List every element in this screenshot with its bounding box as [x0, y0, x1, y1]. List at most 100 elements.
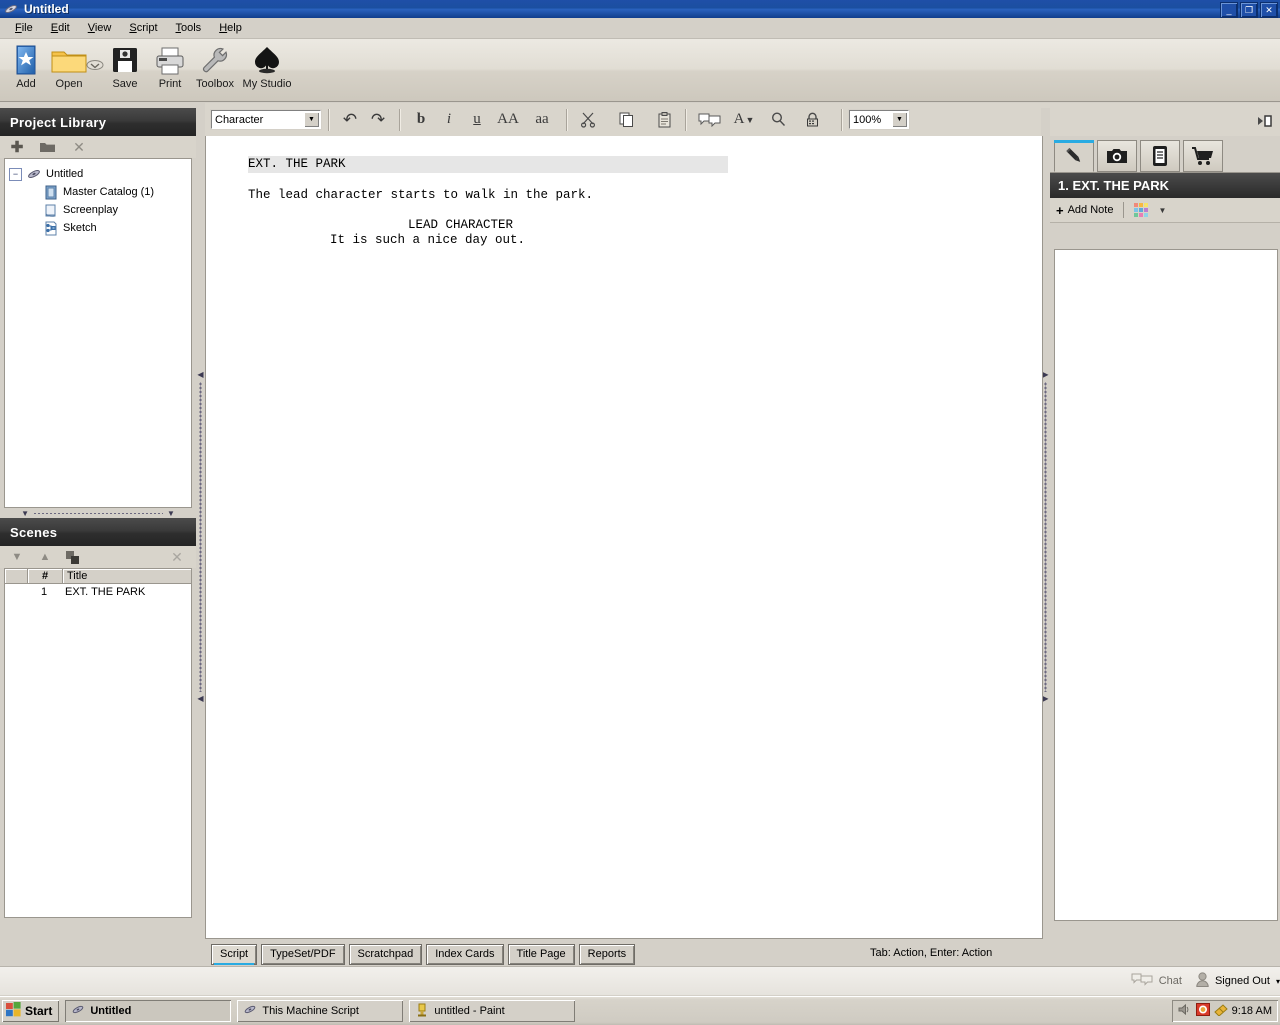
duplicate-icon[interactable]: [62, 548, 84, 566]
scenes-grid-header: # Title: [5, 569, 191, 584]
tab-script[interactable]: Script: [211, 943, 258, 965]
horizontal-splitter[interactable]: ▼ ▼: [0, 508, 196, 518]
tab-typeset-pdf[interactable]: TypeSet/PDF: [261, 943, 345, 965]
plus-icon[interactable]: +: [1056, 203, 1064, 218]
volume-icon[interactable]: [1178, 1003, 1192, 1019]
taskbar-item-untitled[interactable]: Untitled: [65, 1000, 232, 1022]
tab-scratchpad[interactable]: Scratchpad: [348, 943, 423, 965]
action-line[interactable]: The lead character starts to walk in the…: [248, 188, 1042, 203]
lowercase-icon[interactable]: aa: [525, 108, 559, 132]
chevron-down-icon[interactable]: ▼: [1158, 206, 1166, 215]
left-vertical-splitter[interactable]: ◀ ◀: [196, 108, 205, 966]
close-icon[interactable]: ✕: [166, 548, 188, 566]
menu-tools[interactable]: Tools: [167, 20, 211, 36]
network-icon[interactable]: [1213, 1003, 1228, 1019]
uppercase-icon[interactable]: AA: [491, 108, 525, 132]
chevron-down-icon[interactable]: ▼: [892, 112, 907, 127]
undo-icon[interactable]: ↶: [336, 108, 364, 132]
chevron-down-icon[interactable]: ▾: [1276, 977, 1280, 986]
user-icon[interactable]: [1196, 972, 1209, 990]
row-title-cell: EXT. THE PARK: [65, 585, 146, 598]
chevron-left-icon[interactable]: ◀: [197, 371, 203, 379]
splitter-grip[interactable]: [1044, 382, 1047, 692]
splitter-grip[interactable]: [33, 511, 163, 515]
chevron-right-icon[interactable]: ▶: [1042, 371, 1048, 379]
minimize-button[interactable]: _: [1220, 2, 1238, 18]
folder-icon[interactable]: [36, 138, 58, 156]
menu-help[interactable]: Help: [210, 20, 251, 36]
italic-icon[interactable]: i: [435, 108, 463, 132]
scissors-icon[interactable]: [574, 108, 602, 132]
toolbar-separator: [841, 108, 842, 131]
color-swatch-icon[interactable]: [1134, 203, 1149, 217]
bold-icon[interactable]: b: [407, 108, 435, 132]
element-type-select[interactable]: Character ▼: [210, 109, 322, 130]
clipboard-icon[interactable]: [650, 108, 678, 132]
tab-research[interactable]: [1140, 140, 1180, 172]
close-icon[interactable]: ✕: [68, 138, 90, 156]
tree-item-label: Master Catalog (1): [63, 186, 155, 198]
tab-reports[interactable]: Reports: [578, 943, 636, 965]
windows-taskbar: Start Untitled This Machine Script untit…: [0, 996, 1280, 1025]
taskbar-item-machine-script[interactable]: This Machine Script: [237, 1000, 404, 1022]
chevron-down-icon[interactable]: ▼: [167, 509, 175, 518]
tree-item-screenplay[interactable]: Screenplay: [5, 201, 191, 219]
tab-notes[interactable]: [1054, 140, 1094, 172]
tab-store[interactable]: [1183, 140, 1223, 172]
toolbar-toolbox-button[interactable]: Toolbox: [189, 43, 241, 91]
chevron-down-icon[interactable]: ▼: [6, 548, 28, 566]
zoom-value: 100%: [853, 113, 882, 126]
zoom-select[interactable]: 100% ▼: [848, 109, 910, 130]
toolbar-my-studio-button[interactable]: My Studio: [236, 43, 298, 91]
script-editor[interactable]: EXT. THE PARK The lead character starts …: [205, 136, 1043, 939]
plus-icon[interactable]: ✚: [6, 138, 28, 156]
speech-bubbles-icon[interactable]: [693, 108, 727, 132]
script-page[interactable]: EXT. THE PARK The lead character starts …: [206, 136, 1042, 248]
dialogue-line[interactable]: It is such a nice day out.: [330, 233, 1042, 248]
tree-item-untitled[interactable]: − Untitled: [5, 165, 191, 183]
chevron-right-icon[interactable]: ▶: [1042, 695, 1048, 703]
toolbar-separator: [566, 108, 567, 131]
underline-icon[interactable]: u: [463, 108, 491, 132]
chat-label[interactable]: Chat: [1159, 975, 1182, 987]
restore-button[interactable]: ❐: [1240, 2, 1258, 18]
notes-list-area[interactable]: [1054, 249, 1278, 921]
font-dropdown-icon[interactable]: A ▼: [727, 108, 761, 132]
clock[interactable]: 9:18 AM: [1232, 1005, 1272, 1017]
table-row[interactable]: 1 EXT. THE PARK: [5, 584, 191, 599]
padlock-icon[interactable]: [795, 108, 829, 132]
close-button[interactable]: ✕: [1260, 2, 1278, 18]
tab-photos[interactable]: [1097, 140, 1137, 172]
tab-title-page[interactable]: Title Page: [507, 943, 575, 965]
chevron-down-icon[interactable]: ▼: [304, 112, 319, 127]
redo-icon[interactable]: ↷: [364, 108, 392, 132]
scene-heading-line[interactable]: EXT. THE PARK: [248, 156, 728, 173]
collapse-right-panel-icon[interactable]: [1254, 112, 1274, 130]
magnifier-icon[interactable]: [761, 108, 795, 132]
tab-index-cards[interactable]: Index Cards: [426, 943, 504, 965]
chevron-down-icon[interactable]: ▼: [21, 509, 29, 518]
tree-item-sketch[interactable]: Sketch: [5, 219, 191, 237]
add-note-button[interactable]: Add Note: [1068, 204, 1114, 216]
start-button[interactable]: Start: [2, 1000, 60, 1022]
chevron-up-icon[interactable]: ▲: [34, 548, 56, 566]
project-library-tree[interactable]: − Untitled Master Catalog (1) Screenplay…: [4, 158, 192, 508]
taskbar-item-paint[interactable]: untitled - Paint: [409, 1000, 576, 1022]
tree-expander-icon[interactable]: −: [9, 167, 22, 181]
app-logo-icon: [3, 2, 19, 16]
menu-view[interactable]: View: [79, 20, 121, 36]
menu-file[interactable]: File: [6, 20, 42, 36]
recording-icon[interactable]: [1195, 1003, 1210, 1019]
tree-item-master-catalog[interactable]: Master Catalog (1): [5, 183, 191, 201]
character-cue-line[interactable]: LEAD CHARACTER: [408, 218, 1042, 233]
menu-script[interactable]: Script: [120, 20, 166, 36]
splitter-grip[interactable]: [199, 382, 202, 692]
speech-bubbles-icon[interactable]: [1131, 973, 1153, 989]
tree-item-label: Untitled: [46, 168, 84, 180]
account-status-label[interactable]: Signed Out: [1215, 975, 1270, 987]
tree-item-label: Sketch: [63, 222, 97, 234]
copy-icon[interactable]: [612, 108, 640, 132]
chevron-left-icon[interactable]: ◀: [197, 695, 203, 703]
scenes-grid[interactable]: # Title 1 EXT. THE PARK: [4, 568, 192, 918]
menu-edit[interactable]: Edit: [42, 20, 79, 36]
